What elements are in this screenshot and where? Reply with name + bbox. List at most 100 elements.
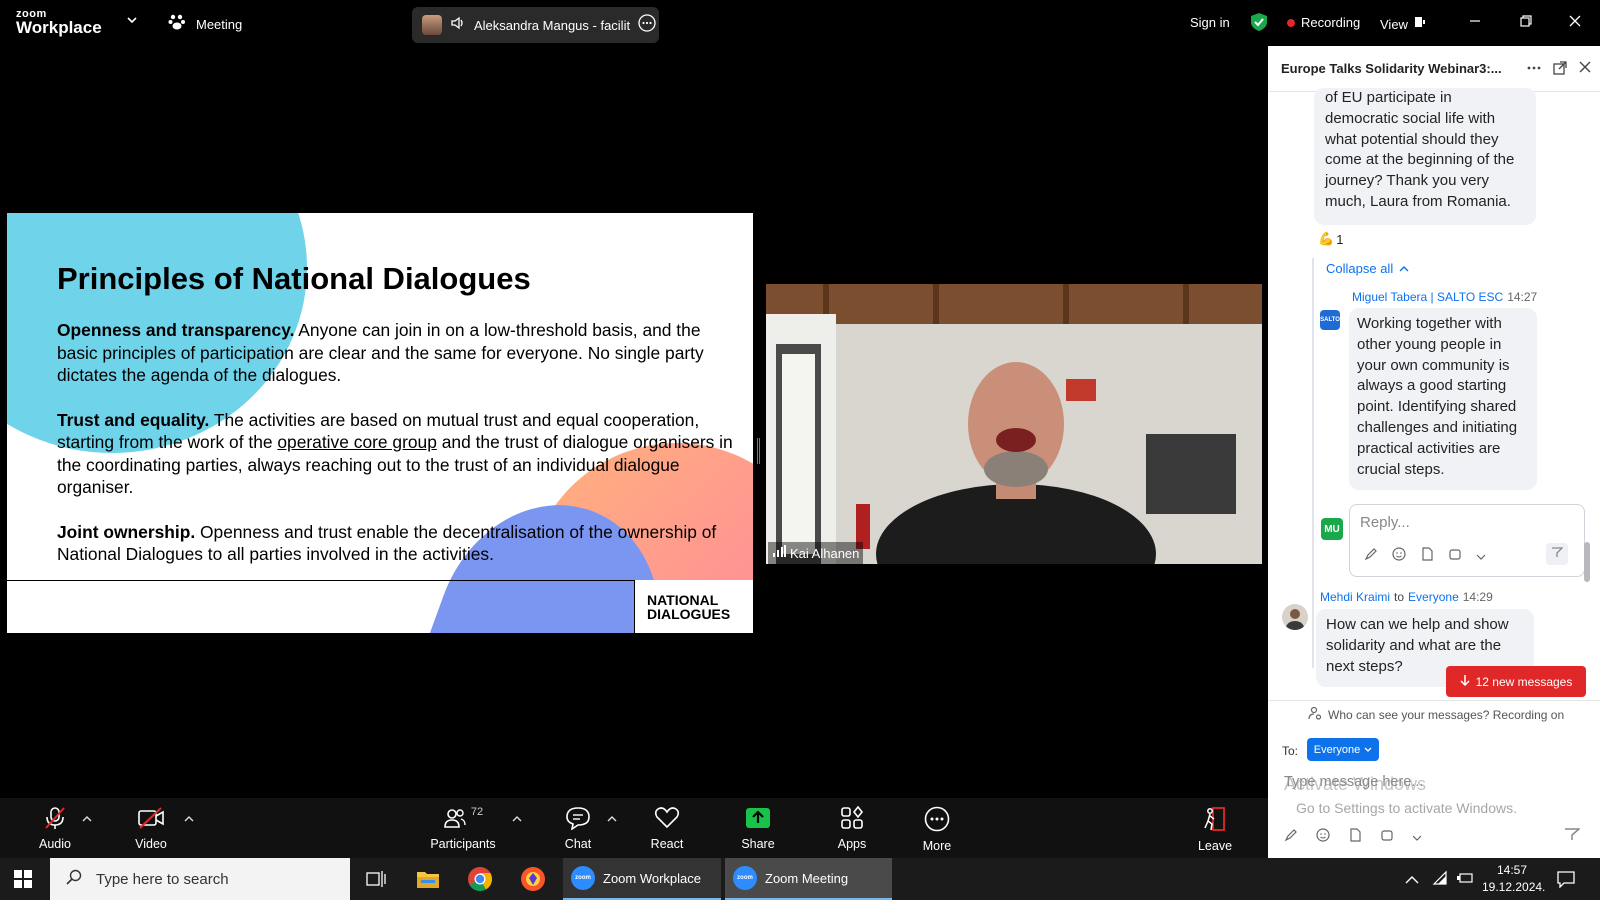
chat-options-chevron-icon[interactable] (607, 814, 617, 826)
shared-slide: Principles of National Dialogues Opennes… (7, 213, 753, 633)
emoji-icon[interactable] (1392, 547, 1406, 566)
react-button[interactable]: React (632, 798, 702, 858)
send-message-button[interactable] (1564, 826, 1582, 847)
taskbar-clock[interactable]: 14:57 19.12.2024. (1482, 862, 1545, 896)
chat-icon (565, 806, 591, 833)
signal-bars-icon (772, 544, 786, 562)
reply-input-placeholder: Reply... (1360, 514, 1410, 531)
meeting-menu[interactable]: Meeting (168, 13, 242, 36)
video-options-chevron-icon[interactable] (184, 814, 194, 826)
chevron-down-icon[interactable] (126, 14, 138, 29)
to-label: To: (1282, 744, 1299, 758)
reply-sender-name[interactable]: Miguel Tabera | SALTO ESC (1352, 290, 1503, 304)
windows-start-icon[interactable] (14, 870, 32, 893)
participants-button[interactable]: 72 Participants (428, 798, 498, 858)
reply-send-button[interactable] (1546, 543, 1568, 565)
share-button[interactable]: Share (723, 798, 793, 858)
task-view-icon[interactable] (366, 870, 386, 893)
leave-label: Leave (1197, 839, 1233, 853)
emoji-icon[interactable] (1316, 828, 1330, 847)
file-explorer-icon[interactable] (416, 868, 440, 895)
taskbar-app-zoom-workplace[interactable]: zoom Zoom Workplace (563, 858, 721, 900)
chat-message-input[interactable]: Type message here... (1284, 774, 1423, 790)
clock-time: 14:57 (1496, 863, 1528, 877)
recording-indicator[interactable]: Recording (1287, 15, 1360, 30)
restore-icon[interactable] (1519, 14, 1533, 33)
recipient-dropdown[interactable]: Everyone (1307, 738, 1379, 761)
participants-options-chevron-icon[interactable] (512, 814, 522, 826)
app-logo[interactable]: zoom Workplace (16, 8, 102, 38)
share-label: Share (741, 837, 775, 851)
message-to-word: to (1394, 590, 1405, 604)
participants-icon (443, 806, 467, 833)
minimize-icon[interactable] (1468, 14, 1482, 33)
video-label: Video (135, 837, 167, 851)
notifications-icon[interactable] (1556, 870, 1576, 893)
close-window-icon[interactable] (1568, 14, 1582, 33)
participants-label: Participants (430, 837, 496, 851)
split-resize-handle[interactable] (757, 438, 760, 464)
apps-label: Apps (837, 837, 867, 851)
send-icon (1564, 828, 1582, 846)
top-bar: zoom Workplace Meeting Aleksandra Mangus… (0, 0, 1600, 46)
message-recipient[interactable]: Everyone (1408, 590, 1459, 604)
screenshot-icon[interactable] (1380, 828, 1394, 847)
file-icon[interactable] (1348, 828, 1362, 847)
chevron-down-icon[interactable] (1476, 548, 1486, 566)
flexed-biceps-emoji: 💪 (1318, 231, 1335, 246)
chat-scrollbar-thumb[interactable] (1584, 542, 1590, 582)
brave-browser-icon[interactable] (520, 866, 546, 897)
brand-line-2: DIALOGUES (647, 606, 731, 622)
leave-button[interactable]: Leave (1180, 798, 1250, 858)
reply-format-toolbar (1364, 547, 1486, 566)
taskbar-search-box[interactable]: Type here to search (50, 858, 350, 900)
more-button[interactable]: More (902, 798, 972, 858)
format-pen-icon[interactable] (1364, 547, 1378, 566)
collapse-all-button[interactable]: Collapse all (1326, 261, 1409, 276)
battery-icon[interactable] (1456, 870, 1474, 891)
visibility-note-label: Who can see your messages? Recording on (1328, 707, 1565, 722)
audio-options-chevron-icon[interactable] (82, 814, 92, 826)
audio-button[interactable]: Audio (20, 798, 90, 858)
search-placeholder: Type here to search (96, 870, 229, 888)
chat-panel: Europe Talks Solidarity Webinar3:... of … (1268, 46, 1600, 858)
slide-paragraph-openness: Openness and transparency. Anyone can jo… (57, 319, 737, 387)
screenshot-icon[interactable] (1448, 547, 1462, 566)
previous-message-bubble[interactable]: of EU participate in democratic social l… (1314, 88, 1536, 225)
participant-video[interactable]: Kai Alhanen (766, 284, 1262, 564)
sender-avatar (1282, 604, 1308, 630)
slide-paragraph-trust: Trust and equality. The activities are b… (57, 409, 737, 499)
video-name-tag: Kai Alhanen (768, 542, 864, 564)
message-visibility-note[interactable]: Who can see your messages? Recording on (1308, 706, 1564, 723)
reply-input-box[interactable]: Reply... (1349, 504, 1585, 577)
format-pen-icon[interactable] (1284, 828, 1298, 847)
chat-more-icon[interactable] (1526, 60, 1542, 81)
message-sender-name[interactable]: Mehdi Kraimi (1320, 590, 1390, 604)
slide-paragraph-ownership: Joint ownership. Openness and trust enab… (57, 521, 737, 566)
wifi-icon[interactable] (1432, 870, 1448, 891)
close-chat-icon[interactable] (1578, 60, 1592, 79)
tray-chevron-up-icon[interactable] (1405, 872, 1419, 890)
windows-taskbar: Type here to search zoom Zoom Workplace … (0, 858, 1600, 900)
video-button[interactable]: Video (116, 798, 186, 858)
popout-icon[interactable] (1552, 60, 1568, 81)
heart-icon (654, 806, 680, 833)
chevron-down-icon[interactable] (1412, 829, 1422, 847)
reply-message-bubble[interactable]: Working together with other young people… (1349, 308, 1537, 491)
more-options-icon[interactable] (638, 13, 656, 37)
chrome-icon[interactable] (467, 866, 493, 897)
chat-divider (1268, 700, 1600, 701)
chat-label: Chat (564, 837, 592, 851)
active-speaker-pill[interactable]: Aleksandra Mangus - facilita (412, 7, 659, 43)
taskbar-app-zoom-meeting[interactable]: zoom Zoom Meeting (725, 858, 892, 900)
view-menu[interactable]: View (1380, 15, 1426, 33)
chat-button[interactable]: Chat (543, 798, 613, 858)
apps-button[interactable]: Apps (817, 798, 887, 858)
shield-check-icon[interactable] (1250, 12, 1268, 37)
reaction-chip[interactable]: 💪 1 (1318, 231, 1343, 247)
file-icon[interactable] (1420, 547, 1434, 566)
slide-p2-link: operative core group (277, 432, 437, 452)
sign-in-link[interactable]: Sign in (1190, 15, 1230, 30)
new-messages-button[interactable]: 12 new messages (1446, 666, 1586, 697)
chevron-up-icon (1399, 261, 1409, 276)
